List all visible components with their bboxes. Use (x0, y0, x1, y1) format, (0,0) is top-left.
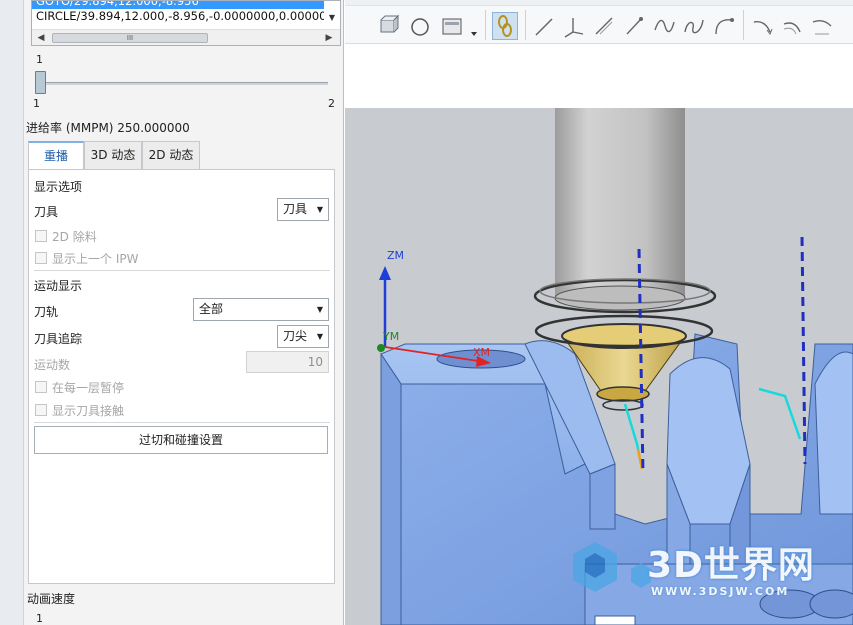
show-prev-ipw-checkbox[interactable] (35, 252, 47, 264)
animation-speed-value: 1 (36, 612, 43, 625)
removal-2d-checkbox[interactable] (35, 230, 47, 242)
tab-3d-dynamic[interactable]: 3D 动态 (84, 141, 142, 170)
rotate-view-icon[interactable] (375, 12, 401, 40)
diagonal-icon[interactable] (591, 12, 617, 40)
gouge-collision-settings-button[interactable]: 过切和碰撞设置 (34, 426, 328, 454)
chevron-down-icon[interactable] (469, 12, 479, 40)
motion-count-label: 运动数 (34, 358, 71, 372)
chain-link-icon[interactable] (492, 12, 518, 40)
scroll-right-arrow-icon[interactable]: ▶ (322, 30, 336, 45)
horizontal-scrollbar[interactable]: ◀ III ▶ (32, 29, 340, 45)
tool-label: 刀具 (34, 205, 59, 219)
curve-project-icon[interactable] (809, 12, 835, 40)
motion-count-field[interactable]: 10 (246, 351, 329, 373)
watermark-title: 3D世界网 (647, 545, 815, 586)
show-prev-ipw-label: 显示上一个 IPW (52, 252, 139, 266)
ym-axis-label: YM (383, 330, 400, 343)
spline-icon[interactable] (681, 12, 707, 40)
graphics-viewport[interactable]: ZM YM XM 3D世界网 WWW.3DSJW.COM (345, 44, 853, 625)
toolbar-separator (525, 10, 526, 40)
removal-2d-label: 2D 除料 (52, 230, 97, 244)
tab-replay[interactable]: 重播 (28, 141, 84, 171)
offset-icon[interactable] (779, 12, 805, 40)
tool-trace-dropdown-value: 刀尖 (283, 329, 308, 343)
chevron-down-icon: ▼ (316, 205, 323, 214)
chevron-down-icon: ▼ (316, 305, 323, 314)
pause-each-layer-checkbox[interactable] (35, 381, 47, 393)
tool-trace-label: 刀具追踪 (34, 332, 83, 346)
divider (34, 422, 330, 423)
display-options-heading: 显示选项 (34, 180, 83, 194)
xm-axis-label: XM (473, 346, 491, 359)
tool-dropdown-value: 刀具 (283, 202, 308, 216)
list-item[interactable]: CIRCLE/39.894,12.000,-8.956,-0.0000000,0… (32, 9, 324, 24)
toolpath-label: 刀轨 (34, 305, 59, 319)
show-tool-contact-label: 显示刀具接触 (52, 404, 125, 418)
left-edge-strip (0, 0, 24, 625)
scroll-down-arrow-icon[interactable]: ▼ (325, 13, 339, 25)
scroll-left-arrow-icon[interactable]: ◀ (34, 30, 48, 45)
toolbar-separator (485, 10, 486, 40)
replay-tab-content: 显示选项 刀具 刀具 ▼ 2D 除料 显示上一个 IPW 运动显示 刀轨 全部 … (28, 169, 335, 584)
toolpath-list[interactable]: GOTO/29.894,12.000,-8.956 CIRCLE/39.894,… (31, 0, 341, 46)
divider (34, 270, 330, 271)
toolbar (345, 0, 853, 44)
line-icon[interactable] (531, 12, 557, 40)
arc-icon[interactable] (711, 12, 737, 40)
tool-trace-dropdown[interactable]: 刀尖 ▼ (277, 325, 329, 348)
simulation-panel: GOTO/29.894,12.000,-8.956 CIRCLE/39.894,… (24, 0, 344, 625)
toolpath-dropdown-value: 全部 (199, 302, 224, 316)
axis-icon[interactable] (561, 12, 587, 40)
corner-icon[interactable] (749, 12, 775, 40)
tab-2d-dynamic[interactable]: 2D 动态 (142, 141, 200, 170)
toolbar-row-top (345, 0, 853, 6)
scroll-thumb[interactable]: III (52, 33, 208, 43)
y-axis (377, 344, 385, 352)
tool-shank (555, 108, 685, 298)
display-icon[interactable] (439, 12, 465, 40)
zm-axis-label: ZM (387, 249, 405, 262)
curve-icon[interactable] (651, 12, 677, 40)
toolbar-separator (743, 10, 744, 40)
animation-slider-thumb[interactable] (35, 71, 46, 94)
chevron-down-icon: ▼ (316, 332, 323, 341)
watermark-url: WWW.3DSJW.COM (651, 585, 790, 598)
circle-icon[interactable] (407, 12, 433, 40)
show-tool-contact-checkbox[interactable] (35, 404, 47, 416)
toolpath-dropdown[interactable]: 全部 ▼ (193, 298, 329, 321)
slider-current-value: 1 (36, 53, 43, 66)
animation-speed-label: 动画速度 (27, 592, 76, 606)
feed-rate-label: 进给率 (MMPM) 250.000000 (26, 121, 190, 135)
pause-each-layer-label: 在每一层暂停 (52, 381, 125, 395)
tool-dropdown[interactable]: 刀具 ▼ (277, 198, 329, 221)
animation-slider-track[interactable] (36, 82, 328, 85)
list-item[interactable]: GOTO/29.894,12.000,-8.956 (32, 1, 324, 9)
slash-icon[interactable] (621, 12, 647, 40)
slider-max-label: 2 (328, 97, 335, 110)
motion-display-heading: 运动显示 (34, 279, 83, 293)
slider-min-label: 1 (33, 97, 40, 110)
